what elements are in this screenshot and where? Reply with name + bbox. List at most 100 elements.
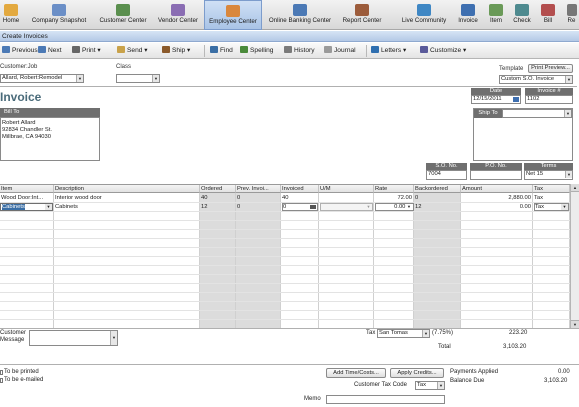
find-icon <box>210 46 218 53</box>
vendor-center-button[interactable]: Vendor Center <box>154 0 202 30</box>
um-cell[interactable] <box>320 194 373 202</box>
previous-button[interactable]: Previous <box>2 46 38 56</box>
bill-to-address[interactable]: Robert Allard 92834 Chandler St. Millbra… <box>0 117 100 161</box>
check-button[interactable]: Check <box>510 0 534 30</box>
printer-icon <box>72 46 80 53</box>
checkbox-icon[interactable] <box>0 370 3 375</box>
history-button[interactable]: History <box>284 46 315 56</box>
live-community-button[interactable]: Live Community <box>397 0 451 30</box>
window-title: Create Invoices <box>2 33 48 40</box>
tax-item-combo[interactable]: San Tomas ▼ <box>377 329 430 338</box>
column-header-tax[interactable]: Tax <box>533 185 570 193</box>
grid-column <box>54 193 200 329</box>
rate-combo[interactable]: 0.00 ▼ <box>375 203 414 211</box>
customer-message-label: Customer Message <box>0 330 27 343</box>
chevron-down-icon[interactable]: ▼ <box>365 204 372 210</box>
table-row[interactable]: Cabinets ▼ Cabinets 12 0 0 ▼ 0.00 ▼ 12 0.… <box>0 203 570 211</box>
amount-cell[interactable]: 2,880.00 <box>462 194 533 202</box>
chevron-down-icon[interactable]: ▼ <box>561 204 568 210</box>
column-header-prev-invoiced[interactable]: Prev. Invoi... <box>236 185 281 193</box>
send-button[interactable]: Send ▾ <box>117 46 148 56</box>
tax-combo[interactable]: Tax ▼ <box>534 203 569 211</box>
item-combo[interactable]: Cabinets ▼ <box>0 203 53 211</box>
table-row[interactable]: Wood Door:Int... Interior wood door 40 0… <box>0 194 570 202</box>
employee-center-button[interactable]: Employee Center <box>204 0 262 30</box>
column-header-um[interactable]: U/M <box>319 185 374 193</box>
online-banking-center-button[interactable]: Online Banking Center <box>264 0 336 30</box>
chevron-down-icon[interactable]: ▼ <box>407 204 411 209</box>
ordered-cell: 40 <box>201 195 208 201</box>
calendar-icon[interactable] <box>513 97 519 102</box>
tax-cell[interactable]: Tax <box>534 194 569 202</box>
date-field[interactable]: 12/15/2011 <box>471 95 521 104</box>
description-cell[interactable]: Cabinets <box>55 203 199 211</box>
chevron-down-icon[interactable]: ▼ <box>110 331 117 345</box>
column-header-amount[interactable]: Amount <box>461 185 533 193</box>
employee-center-icon <box>226 5 240 17</box>
company-snapshot-button[interactable]: Company Snapshot <box>27 0 91 30</box>
customer-center-button[interactable]: Customer Center <box>95 0 151 30</box>
item-cell[interactable]: Wood Door:Int... <box>1 194 53 202</box>
rate-cell[interactable]: 72.00 <box>375 194 414 202</box>
invoice-button[interactable]: Invoice <box>454 0 482 30</box>
row-divider <box>0 247 570 248</box>
letters-button[interactable]: Letters ▾ <box>371 46 406 56</box>
column-header-backordered[interactable]: Backordered <box>414 185 461 193</box>
class-combo[interactable]: ▼ <box>116 74 160 83</box>
to-be-printed-checkbox[interactable]: To be printed <box>0 369 39 375</box>
invoice-number-field[interactable]: 1102 <box>525 95 573 104</box>
invoiced-field[interactable]: 0 <box>282 203 318 211</box>
spelling-button[interactable]: Spelling <box>240 46 273 56</box>
template-combo[interactable]: Custom S.O. Invoice ▼ <box>499 75 573 84</box>
scroll-down-icon[interactable]: ▼ <box>571 320 579 328</box>
journal-button[interactable]: Journal <box>324 46 356 56</box>
item-button[interactable]: Item <box>485 0 507 30</box>
home-button[interactable]: Home <box>0 0 22 30</box>
to-be-emailed-checkbox[interactable]: To be e-mailed <box>0 377 43 383</box>
apply-credits-button[interactable]: Apply Credits... <box>390 368 444 378</box>
amount-cell[interactable]: 0.00 <box>462 203 533 211</box>
column-header-invoiced[interactable]: Invoiced <box>281 185 319 193</box>
find-button[interactable]: Find <box>210 46 233 56</box>
ship-to-box[interactable]: Ship To ▼ <box>473 108 573 161</box>
reg-button[interactable]: Re <box>564 0 579 30</box>
scroll-up-icon[interactable]: ▲ <box>571 184 579 192</box>
grid-scrollbar[interactable]: ▲ ▼ <box>570 184 579 328</box>
memo-field[interactable] <box>326 395 445 404</box>
so-number-field[interactable]: 7004 <box>426 170 467 180</box>
chevron-down-icon[interactable]: ▼ <box>564 110 571 117</box>
chevron-down-icon[interactable]: ▼ <box>152 75 159 82</box>
customer-tax-code-combo[interactable]: Tax ▼ <box>415 381 445 390</box>
add-time-costs-button[interactable]: Add Time/Costs... <box>326 368 386 378</box>
description-cell[interactable]: Interior wood door <box>55 194 199 202</box>
bill-button[interactable]: Bill <box>538 0 558 30</box>
ship-button[interactable]: Ship ▾ <box>162 46 190 56</box>
ship-to-combo[interactable]: ▼ <box>502 109 572 118</box>
po-number-field[interactable] <box>470 170 522 180</box>
grid-column <box>374 193 414 329</box>
column-header-rate[interactable]: Rate <box>374 185 414 193</box>
invoiced-cell[interactable]: 40 <box>282 194 318 202</box>
column-header-item[interactable]: Item <box>0 185 54 193</box>
chevron-down-icon[interactable]: ▼ <box>565 76 572 83</box>
terms-combo[interactable]: Net 15 ▼ <box>524 170 573 180</box>
chevron-down-icon[interactable]: ▼ <box>565 171 572 178</box>
report-center-button[interactable]: Report Center <box>339 0 385 30</box>
chevron-down-icon[interactable]: ▼ <box>437 382 444 389</box>
um-combo[interactable]: ▼ <box>320 203 373 211</box>
column-header-ordered[interactable]: Ordered <box>200 185 236 193</box>
print-preview-button[interactable]: Print Preview... <box>528 64 573 73</box>
invoiced-cell: 0 <box>283 204 287 210</box>
next-button[interactable]: Next <box>38 46 62 56</box>
checkbox-icon[interactable] <box>0 378 3 383</box>
customer-job-combo[interactable]: Allard, Robert:Remodel ▼ <box>0 74 84 83</box>
row-divider <box>0 211 570 212</box>
chevron-down-icon[interactable]: ▼ <box>45 204 52 210</box>
chevron-down-icon[interactable]: ▼ <box>76 75 83 82</box>
chevron-down-icon[interactable]: ▼ <box>422 330 429 337</box>
print-button[interactable]: Print ▾ <box>72 46 101 56</box>
customize-button[interactable]: Customize ▾ <box>420 46 466 56</box>
column-header-description[interactable]: Description <box>54 185 200 193</box>
calculator-icon[interactable] <box>310 205 316 209</box>
customer-message-combo[interactable]: ▼ <box>29 330 118 346</box>
